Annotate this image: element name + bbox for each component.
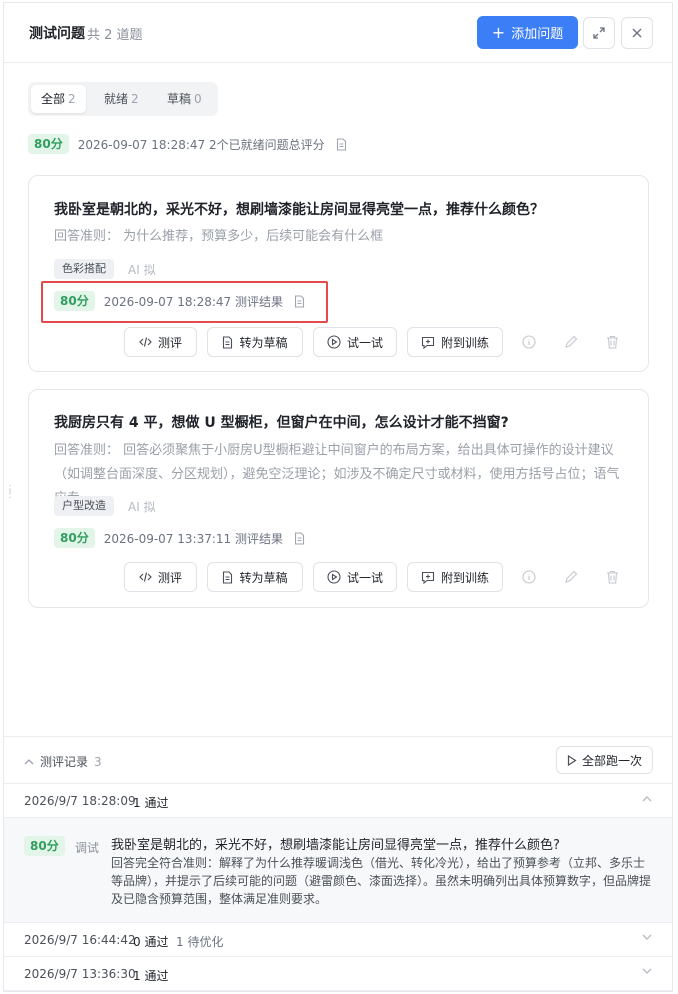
document-icon[interactable] [294,531,305,545]
document-icon[interactable] [336,137,347,151]
evaluation-record[interactable]: 2026/9/7 18:28:09 1 通过 [4,784,672,818]
tab-draft-label: 草稿 [167,92,192,106]
edit-icon[interactable] [564,570,578,584]
chevron-up-icon[interactable] [642,795,652,802]
to-draft-button[interactable]: 转为草稿 [207,327,303,357]
attach-training-label: 附到训练 [440,570,489,585]
ai-generated-tag: AI 拟 [128,500,156,514]
delete-icon[interactable] [606,570,619,584]
play-circle-icon [327,335,341,349]
play-circle-icon [327,570,341,584]
summary-text: 2026-09-07 18:28:47 2个已就绪问题总评分 [77,137,325,152]
chevron-up-icon [24,759,34,765]
chevron-down-icon[interactable] [642,934,652,941]
score-badge: 80分 [54,528,95,548]
summary-line: 80分 2026-09-07 18:28:47 2个已就绪问题总评分 [28,134,347,154]
attach-training-label: 附到训练 [440,335,489,350]
evaluate-button[interactable]: 测评 [124,327,197,357]
tab-ready-label: 就绪 [104,92,129,106]
evaluation-record[interactable]: 2026/9/7 13:36:30 1 通过 [4,957,672,991]
message-plus-icon [421,571,435,584]
highlight-box [41,281,328,323]
filter-tabs: 全部 2 就绪 2 草稿 0 [28,82,218,116]
record-pending-count: 1 待优化 [176,935,224,949]
code-icon [139,337,152,347]
evaluation-record[interactable]: 2026/9/7 16:44:42 0 通过 1 待优化 [4,923,672,957]
tab-all-count: 2 [68,92,76,106]
info-icon[interactable] [522,570,536,584]
detail-answer: 回答完全符合准则：解释了为什么推荐暖调浅色（借光、转化冷光），给出了预算参考（立… [111,856,652,906]
tab-all[interactable]: 全部 2 [31,85,86,113]
tab-draft[interactable]: 草稿 0 [157,85,212,113]
detail-question: 我卧室是朝北的，采光不好，想刷墙漆能让房间显得亮堂一点，推荐什么颜色? [111,838,560,853]
expand-icon [593,27,605,39]
record-time: 2026/9/7 13:36:30 [24,967,136,981]
close-icon [632,28,642,38]
evaluation-record-detail: 80分 调试 我卧室是朝北的，采光不好，想刷墙漆能让房间显得亮堂一点，推荐什么颜… [4,818,672,923]
tab-draft-count: 0 [194,92,202,106]
detail-mode-tag: 调试 [75,841,100,855]
question-criteria: 回答准则： 为什么推荐，预算多少，后续可能会有什么框 [54,229,384,244]
try-label: 试一试 [346,335,383,350]
ai-generated-tag: AI 拟 [128,263,156,277]
question-title: 我厨房只有 4 平，想做 U 型橱柜，但窗户在中间，怎么设计才能不挡窗? [54,415,509,431]
question-title: 我卧室是朝北的，采光不好，想刷墙漆能让房间显得亮堂一点，推荐什么颜色？ [54,202,544,218]
category-tag: 户型改造 [54,496,114,516]
panel-header: 测试问题 共 2 道题 + 添加问题 [4,3,672,63]
expand-button[interactable] [583,17,615,49]
edit-icon[interactable] [564,335,578,349]
info-icon[interactable] [522,335,536,349]
tab-ready-count: 2 [131,92,139,106]
evaluation-meta: 2026-09-07 13:37:11 测评结果 [103,531,283,546]
run-all-button[interactable]: 全部跑一次 [556,746,653,774]
chevron-down-icon[interactable] [642,968,652,975]
evaluation-records-header: 测评记录 3 全部跑一次 [4,736,672,784]
question-count: 共 2 道题 [87,28,143,43]
to-draft-label: 转为草稿 [239,570,288,585]
run-all-label: 全部跑一次 [581,753,642,768]
panel-title: 测试问题 [29,26,85,42]
evaluation-records-title: 测评记录 [40,755,89,769]
message-plus-icon [421,336,435,349]
question-card: 我厨房只有 4 平，想做 U 型橱柜，但窗户在中间，怎么设计才能不挡窗? 回答准… [28,389,649,608]
category-tag: 色彩搭配 [54,259,114,279]
tab-all-label: 全部 [41,92,66,106]
summary-score-badge: 80分 [28,134,69,154]
play-icon [567,754,577,766]
document-icon [223,335,233,349]
close-button[interactable] [621,17,653,49]
tab-ready[interactable]: 就绪 2 [94,85,149,113]
record-pass-count: 0 通过 [133,935,169,949]
record-time: 2026/9/7 16:44:42 [24,933,136,947]
code-icon [139,572,152,582]
try-button[interactable]: 试一试 [313,562,397,592]
plus-icon: + [491,22,506,42]
evaluate-label: 测评 [157,335,182,350]
test-questions-panel: 测试问题 共 2 道题 + 添加问题 全部 2 就绪 2 草稿 0 80分 2026-… [3,2,673,992]
add-question-label: 添加问题 [511,27,564,42]
document-icon [223,570,233,584]
record-pass-count: 1 通过 [133,969,169,983]
attach-training-button[interactable]: 附到训练 [407,562,503,592]
to-draft-button[interactable]: 转为草稿 [207,562,303,592]
delete-icon[interactable] [606,335,619,349]
drag-handle[interactable]: ⋮ ⋮ [5,485,15,500]
record-time: 2026/9/7 18:28:09 [24,794,136,808]
attach-training-button[interactable]: 附到训练 [407,327,503,357]
detail-score-badge: 80分 [24,836,65,856]
question-card: 我卧室是朝北的，采光不好，想刷墙漆能让房间显得亮堂一点，推荐什么颜色？ 回答准则… [28,175,649,372]
try-label: 试一试 [346,570,383,585]
add-question-button[interactable]: + 添加问题 [477,16,578,49]
evaluation-result: 80分 2026-09-07 13:37:11 测评结果 [54,528,305,548]
evaluation-records-count: 3 [94,754,102,769]
evaluate-button[interactable]: 测评 [124,562,197,592]
evaluation-records-toggle[interactable]: 测评记录 3 [24,753,102,770]
record-pass-count: 1 通过 [133,796,169,810]
try-button[interactable]: 试一试 [313,327,397,357]
to-draft-label: 转为草稿 [239,335,288,350]
evaluate-label: 测评 [157,570,182,585]
